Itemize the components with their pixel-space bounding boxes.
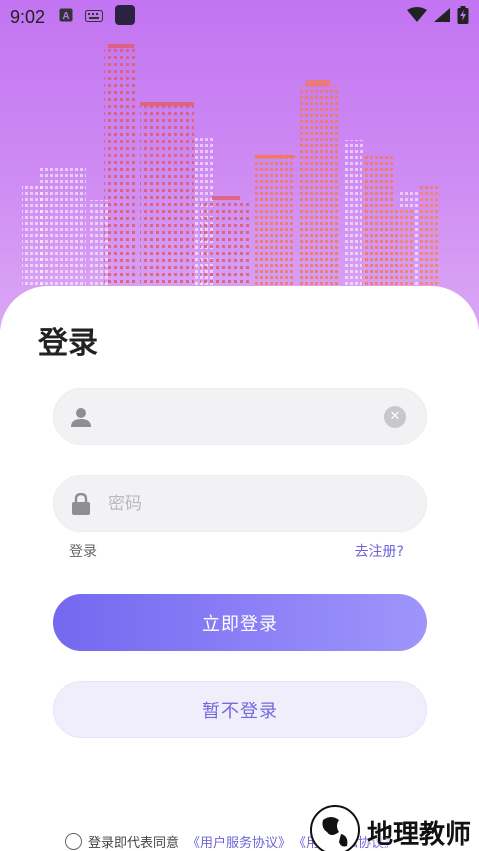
login-mode-link[interactable]: 登录	[69, 541, 97, 561]
agree-checkbox[interactable]	[65, 833, 82, 850]
lock-icon	[54, 492, 108, 515]
skip-login-button[interactable]: 暂不登录	[53, 681, 427, 738]
watermark-text: 地理教师	[366, 819, 471, 850]
clear-icon[interactable]: ✕	[384, 405, 406, 428]
battery-charging-icon	[457, 5, 469, 29]
app-square-icon	[115, 4, 136, 30]
agreement-text: 登录即代表同意	[88, 836, 180, 851]
wifi-icon	[407, 6, 427, 28]
text-a-icon: A	[59, 7, 73, 27]
person-icon	[54, 406, 108, 428]
hero-banner	[0, 0, 479, 330]
login-card	[0, 286, 479, 851]
password-input[interactable]	[108, 493, 426, 514]
city-skyline-illustration	[22, 44, 440, 286]
page-title: 登录	[38, 326, 98, 361]
keyboard-icon	[85, 7, 104, 27]
status-time: 9:02	[10, 6, 46, 27]
signal-icon	[433, 7, 451, 28]
register-link[interactable]: 去注册?	[355, 541, 404, 561]
service-agreement-link[interactable]: 《用户服务协议》	[187, 832, 291, 851]
login-button[interactable]: 立即登录	[53, 594, 427, 651]
svg-text:A: A	[62, 11, 69, 22]
watermark: 地理教师	[309, 804, 471, 851]
password-field[interactable]	[53, 475, 427, 532]
status-bar: 9:02 A	[0, 0, 479, 34]
username-input[interactable]	[108, 406, 384, 427]
globe-logo-icon	[309, 804, 361, 851]
link-row: 登录 去注册?	[69, 541, 404, 561]
username-field[interactable]: ✕	[53, 388, 427, 445]
